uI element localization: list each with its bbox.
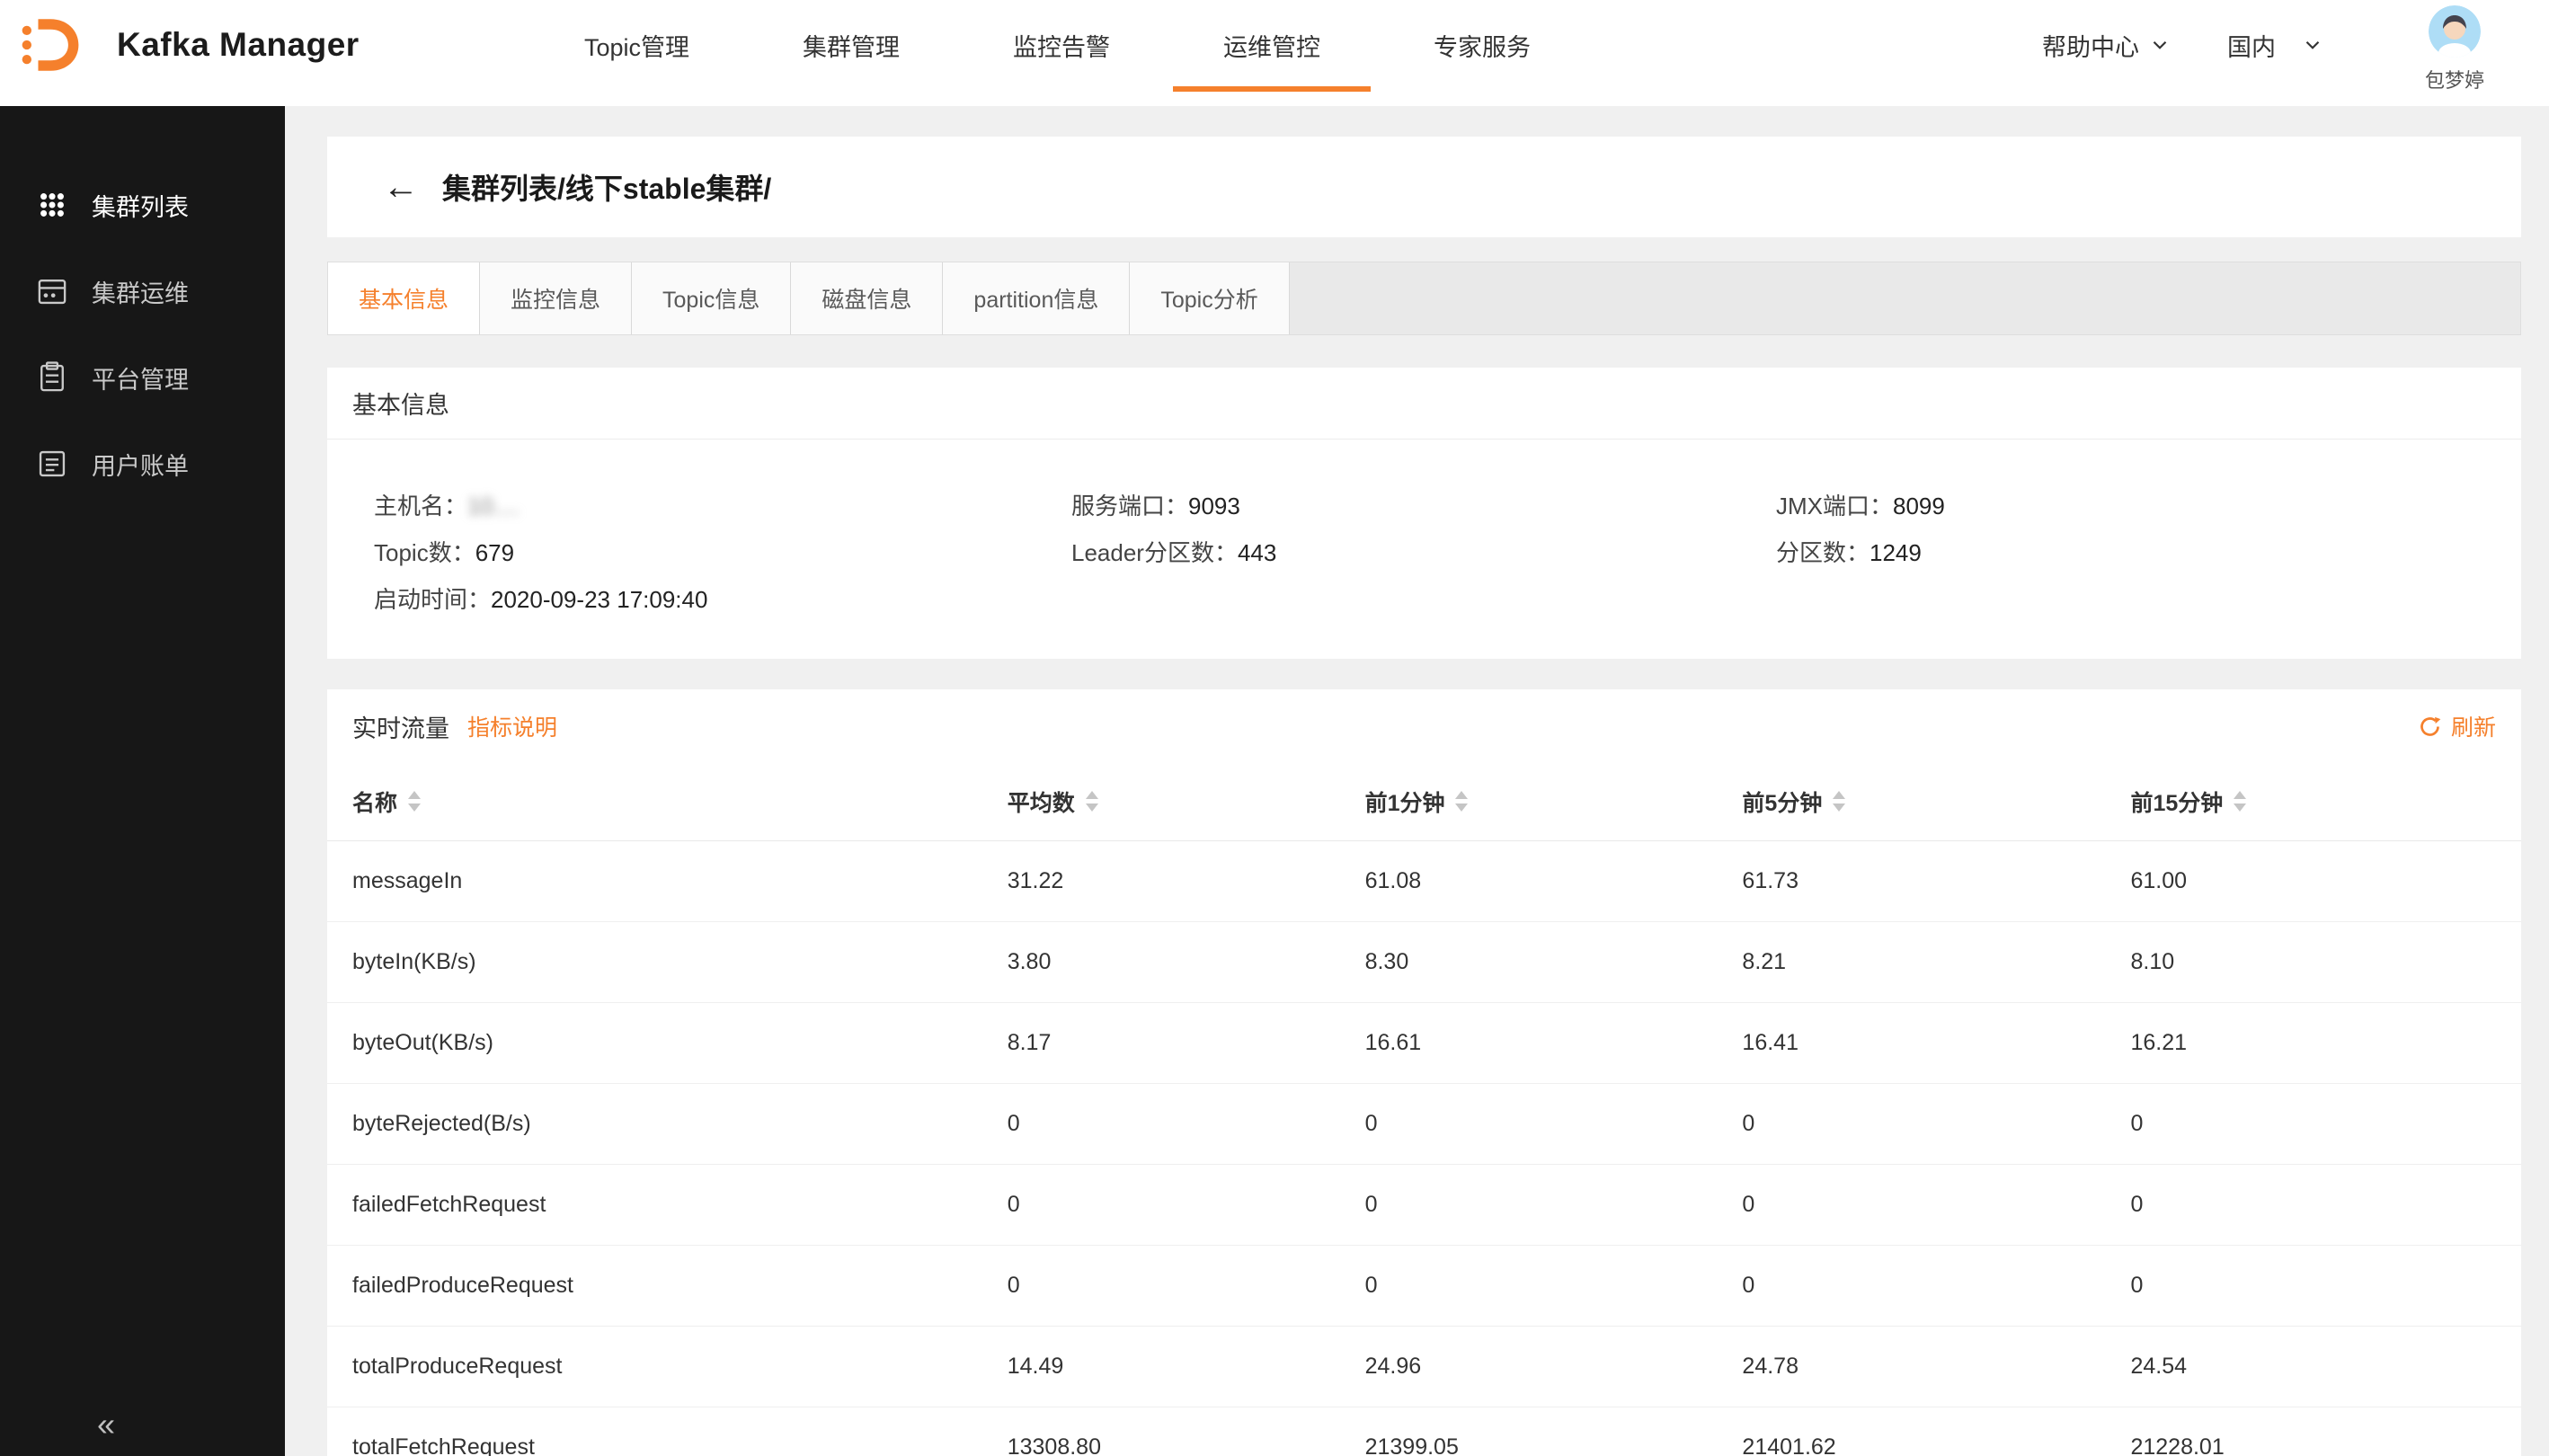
field-start-time: 启动时间：2020-09-23 17:09:40 — [374, 582, 1071, 615]
realtime-metrics-table: 名称 平均数 前1分钟 前5分钟 前15分钟 messageIn 31.22 6… — [327, 763, 2521, 1456]
basic-info-card: 基本信息 主机名：10.... 服务端口：9093 JMX端口：8099 Top… — [327, 368, 2521, 659]
region-label: 国内 — [2227, 28, 2276, 63]
table-row: failedFetchRequest 0 0 0 0 — [327, 1164, 2521, 1245]
field-leader-partition-count: Leader分区数：443 — [1071, 535, 1776, 568]
column-header-last-5min[interactable]: 前5分钟 — [1742, 763, 2130, 840]
user-billing-icon — [34, 446, 70, 482]
user-name: 包梦婷 — [2425, 65, 2484, 93]
back-arrow-icon[interactable]: ← — [383, 169, 419, 205]
tab-topic-info[interactable]: Topic信息 — [632, 262, 791, 334]
sidebar-item-cluster-list[interactable]: 集群列表 — [0, 162, 285, 248]
refresh-button[interactable]: 刷新 — [2418, 710, 2496, 742]
sort-icon[interactable] — [408, 791, 421, 812]
nav-cluster-management[interactable]: 集群管理 — [752, 0, 950, 90]
metric-name: totalProduceRequest — [327, 1326, 1008, 1407]
nav-expert-service[interactable]: 专家服务 — [1383, 0, 1581, 90]
sort-icon[interactable] — [1086, 791, 1098, 812]
metric-name: byteIn(KB/s) — [327, 921, 1008, 1002]
chevron-down-icon — [2301, 33, 2324, 57]
refresh-label: 刷新 — [2451, 710, 2496, 742]
metric-name: byteRejected(B/s) — [327, 1083, 1008, 1164]
detail-tabs: 基本信息 监控信息 Topic信息 磁盘信息 partition信息 Topic… — [327, 262, 2521, 335]
field-partition-count: 分区数：1249 — [1776, 535, 2496, 568]
avatar — [2429, 5, 2481, 58]
table-row: byteRejected(B/s) 0 0 0 0 — [327, 1083, 2521, 1164]
column-header-last-15min[interactable]: 前15分钟 — [2130, 763, 2521, 840]
tab-basic-info[interactable]: 基本信息 — [328, 262, 480, 334]
sort-icon[interactable] — [2234, 791, 2246, 812]
sidebar-item-user-billing[interactable]: 用户账单 — [0, 421, 285, 507]
platform-management-icon — [34, 360, 70, 395]
sidebar-item-label: 集群运维 — [92, 274, 189, 309]
column-header-last-1min[interactable]: 前1分钟 — [1365, 763, 1743, 840]
column-header-name[interactable]: 名称 — [327, 763, 1008, 840]
tab-partition-info[interactable]: partition信息 — [943, 262, 1130, 334]
metric-name: messageIn — [327, 840, 1008, 921]
field-service-port: 服务端口：9093 — [1071, 488, 1776, 521]
page-title: 集群列表/线下stable集群/ — [442, 166, 771, 208]
top-navigation: Topic管理 集群管理 监控告警 运维管控 专家服务 — [534, 0, 1581, 90]
app-logo-icon[interactable] — [14, 11, 83, 79]
refresh-icon — [2418, 715, 2442, 739]
table-row: failedProduceRequest 0 0 0 0 — [327, 1245, 2521, 1326]
hostname-value: 10.... — [467, 493, 520, 519]
chevron-down-icon — [2148, 33, 2172, 57]
sort-icon[interactable] — [1833, 791, 1845, 812]
table-row: byteIn(KB/s) 3.80 8.30 8.21 8.10 — [327, 921, 2521, 1002]
user-menu[interactable]: 包梦婷 — [2405, 5, 2504, 93]
column-header-average[interactable]: 平均数 — [1008, 763, 1365, 840]
breadcrumb-card: ← 集群列表/线下stable集群/ — [327, 137, 2521, 237]
sidebar-item-label: 平台管理 — [92, 360, 189, 395]
basic-info-title: 基本信息 — [327, 368, 2521, 439]
app-title: Kafka Manager — [117, 0, 360, 90]
table-row: totalFetchRequest 13308.80 21399.05 2140… — [327, 1407, 2521, 1456]
metric-name: failedProduceRequest — [327, 1245, 1008, 1326]
help-center-label: 帮助中心 — [2042, 28, 2139, 63]
cluster-ops-icon — [34, 273, 70, 309]
metric-name: byteOut(KB/s) — [327, 1002, 1008, 1083]
metric-explanation-link[interactable]: 指标说明 — [467, 710, 557, 742]
table-row: totalProduceRequest 14.49 24.96 24.78 24… — [327, 1326, 2521, 1407]
field-topic-count: Topic数：679 — [374, 535, 1071, 568]
field-hostname: 主机名：10.... — [374, 488, 1071, 521]
nav-ops-control[interactable]: 运维管控 — [1173, 0, 1371, 90]
help-center-menu[interactable]: 帮助中心 — [2042, 0, 2172, 90]
sidebar-item-platform-management[interactable]: 平台管理 — [0, 334, 285, 421]
sort-icon[interactable] — [1455, 791, 1468, 812]
table-row: byteOut(KB/s) 8.17 16.61 16.41 16.21 — [327, 1002, 2521, 1083]
tab-topic-analysis[interactable]: Topic分析 — [1130, 262, 1289, 334]
sidebar-item-label: 用户账单 — [92, 447, 189, 482]
sidebar-item-cluster-ops[interactable]: 集群运维 — [0, 248, 285, 334]
metric-name: totalFetchRequest — [327, 1407, 1008, 1456]
nav-monitoring-alerts[interactable]: 监控告警 — [963, 0, 1160, 90]
sidebar-item-label: 集群列表 — [92, 188, 189, 223]
top-bar: Kafka Manager Topic管理 集群管理 监控告警 运维管控 专家服… — [0, 0, 2549, 106]
realtime-traffic-card: 实时流量 指标说明 刷新 名称 平均数 前1分钟 前5分钟 — [327, 689, 2521, 1456]
field-jmx-port: JMX端口：8099 — [1776, 488, 2496, 521]
sidebar: 集群列表 集群运维 平台管理 — [0, 106, 285, 1456]
tab-disk-info[interactable]: 磁盘信息 — [791, 262, 943, 334]
table-header-row: 名称 平均数 前1分钟 前5分钟 前15分钟 — [327, 763, 2521, 840]
nav-topic-management[interactable]: Topic管理 — [534, 0, 740, 90]
region-selector[interactable]: 国内 — [2227, 0, 2324, 90]
main-content: ← 集群列表/线下stable集群/ 基本信息 监控信息 Topic信息 磁盘信… — [285, 106, 2549, 1456]
sidebar-collapse-button[interactable]: « — [97, 1406, 115, 1443]
realtime-traffic-title: 实时流量 — [352, 709, 449, 744]
table-row: messageIn 31.22 61.08 61.73 61.00 — [327, 840, 2521, 921]
cluster-list-icon — [34, 187, 70, 223]
tab-monitor-info[interactable]: 监控信息 — [480, 262, 632, 334]
metric-name: failedFetchRequest — [327, 1164, 1008, 1245]
